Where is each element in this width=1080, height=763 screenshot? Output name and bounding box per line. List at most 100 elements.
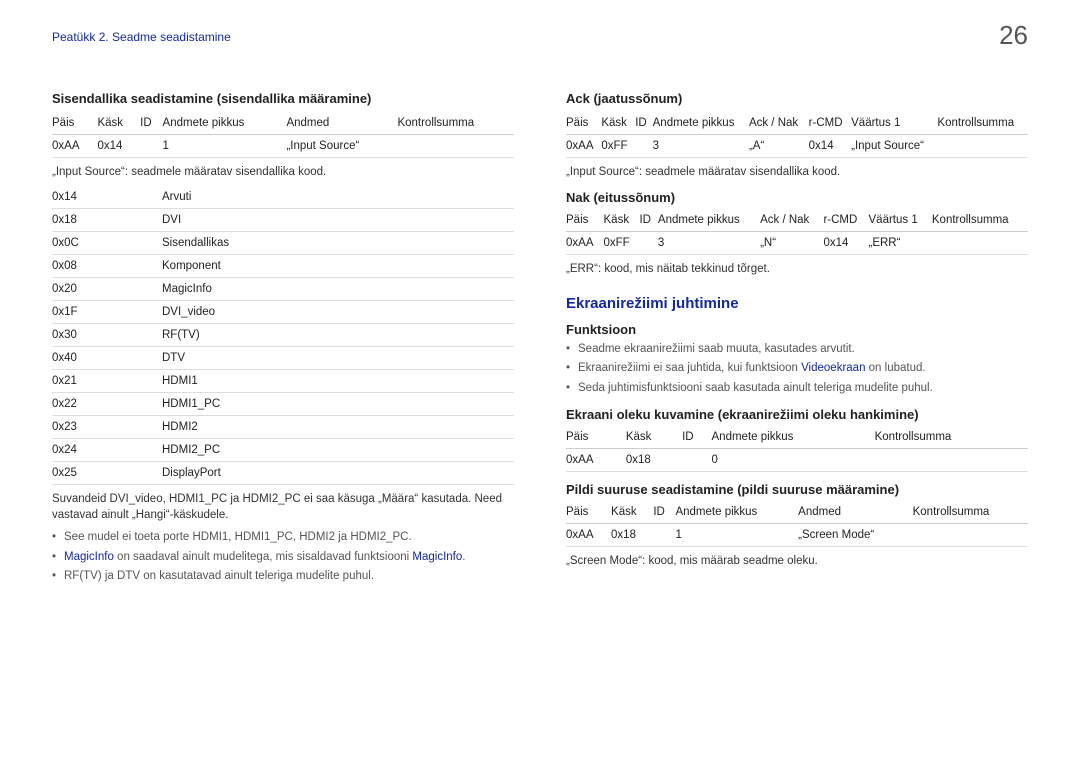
cell: 0xAA: [566, 135, 601, 158]
table-row: 0xAA 0xFF 3 „A“ 0x14 „Input Source“: [566, 135, 1028, 158]
cell: 0x30: [52, 324, 162, 347]
th-andmete-pikkus: Andmete pikkus: [163, 112, 287, 135]
source-codes-table: 0x14Arvuti 0x18DVI 0x0CSisendallikas 0x0…: [52, 186, 514, 485]
set-screen-table: Päis Käsk ID Andmete pikkus Andmed Kontr…: [566, 501, 1028, 547]
th: Päis: [566, 209, 604, 232]
th: Andmed: [798, 501, 912, 524]
page-number: 26: [999, 20, 1028, 51]
table-row: 0x24HDMI2_PC: [52, 439, 514, 462]
text: on lubatud.: [865, 362, 925, 374]
cell: Arvuti: [162, 186, 514, 209]
cell: 3: [653, 135, 749, 158]
cell: [397, 135, 514, 158]
table-row: 0x21HDMI1: [52, 370, 514, 393]
th: Kontrollsumma: [937, 112, 1028, 135]
cell: 0x14: [809, 135, 851, 158]
list-item: Seadme ekraanirežiimi saab muuta, kasuta…: [566, 341, 1028, 358]
th: ID: [639, 209, 657, 232]
cell: 0xAA: [566, 232, 604, 255]
cell: 0xAA: [566, 523, 611, 546]
cell: DVI: [162, 209, 514, 232]
dvi-note: Suvandeid DVI_video, HDMI1_PC ja HDMI2_P…: [52, 491, 514, 523]
th: Väärtus 1: [869, 209, 932, 232]
cell: 0: [712, 448, 875, 471]
input-source-note: „Input Source“: seadmele määratav sisend…: [52, 164, 514, 180]
table-row: 0x18DVI: [52, 209, 514, 232]
cell: „Input Source“: [286, 135, 397, 158]
cell: 0x1F: [52, 301, 162, 324]
th: Andmete pikkus: [653, 112, 749, 135]
cell: 0x20: [52, 278, 162, 301]
table-row: 0x25DisplayPort: [52, 462, 514, 485]
text: on saadaval ainult mudelitega, mis sisal…: [114, 551, 413, 563]
cell: 0x21: [52, 370, 162, 393]
cell: HDMI1_PC: [162, 393, 514, 416]
list-item: Ekraanirežiimi ei saa juhtida, kui funkt…: [566, 360, 1028, 377]
ack-table: Päis Käsk ID Andmete pikkus Ack / Nak r-…: [566, 112, 1028, 158]
cell: 0x40: [52, 347, 162, 370]
th: Väärtus 1: [851, 112, 937, 135]
cell: 0x18: [52, 209, 162, 232]
cell: Komponent: [162, 255, 514, 278]
cell: HDMI2: [162, 416, 514, 439]
nak-note: „ERR“: kood, mis näitab tekkinud tõrget.: [566, 261, 1028, 277]
cell: 0x22: [52, 393, 162, 416]
get-screen-title: Ekraani oleku kuvamine (ekraanirežiimi o…: [566, 407, 1028, 422]
table-row: 0xAA 0x18 0: [566, 448, 1028, 471]
cell: 0x23: [52, 416, 162, 439]
cell: 0x14: [97, 135, 140, 158]
cell: 0xFF: [601, 135, 635, 158]
th: Käsk: [604, 209, 640, 232]
th: Päis: [566, 501, 611, 524]
table-row: 0xAA 0x18 1 „Screen Mode“: [566, 523, 1028, 546]
th: Kontrollsumma: [913, 501, 1028, 524]
cell: 1: [163, 135, 287, 158]
th: Ack / Nak: [749, 112, 809, 135]
text: Ekraanirežiimi ei saa juhtida, kui funkt…: [578, 362, 801, 374]
cell: 0x08: [52, 255, 162, 278]
table-row: 0x20MagicInfo: [52, 278, 514, 301]
list-item: MagicInfo on saadaval ainult mudelitega,…: [52, 549, 514, 566]
ack-note: „Input Source“: seadmele määratav sisend…: [566, 164, 1028, 180]
th: Kontrollsumma: [932, 209, 1028, 232]
funktsioon-bullets: Seadme ekraanirežiimi saab muuta, kasuta…: [566, 341, 1028, 397]
th: r-CMD: [823, 209, 868, 232]
th-pais: Päis: [52, 112, 97, 135]
table-row: 0x1FDVI_video: [52, 301, 514, 324]
cell: [653, 523, 675, 546]
cell: [875, 448, 1028, 471]
th: Andmete pikkus: [712, 426, 875, 449]
list-item: See mudel ei toeta porte HDMI1, HDMI1_PC…: [52, 529, 514, 546]
set-screen-title: Pildi suuruse seadistamine (pildi suurus…: [566, 482, 1028, 497]
th: Ack / Nak: [760, 209, 823, 232]
cell: RF(TV): [162, 324, 514, 347]
cell: „ERR“: [869, 232, 932, 255]
nak-table: Päis Käsk ID Andmete pikkus Ack / Nak r-…: [566, 209, 1028, 255]
cell: HDMI2_PC: [162, 439, 514, 462]
videoekraan-link: Videoekraan: [801, 362, 865, 374]
cell: 0x14: [823, 232, 868, 255]
table-row: 0xAA 0x14 1 „Input Source“: [52, 135, 514, 158]
cell: „Input Source“: [851, 135, 937, 158]
cell: [913, 523, 1028, 546]
cell: [140, 135, 162, 158]
table-row: 0xAA 0xFF 3 „N“ 0x14 „ERR“: [566, 232, 1028, 255]
left-title: Sisendallika seadistamine (sisendallika …: [52, 91, 514, 106]
cell: DVI_video: [162, 301, 514, 324]
cell: HDMI1: [162, 370, 514, 393]
th-kask: Käsk: [97, 112, 140, 135]
th-andmed: Andmed: [286, 112, 397, 135]
table-row: 0x22HDMI1_PC: [52, 393, 514, 416]
table-row: 0x0CSisendallikas: [52, 232, 514, 255]
cell: [635, 135, 652, 158]
input-source-set-table: Päis Käsk ID Andmete pikkus Andmed Kontr…: [52, 112, 514, 158]
cell: 0x24: [52, 439, 162, 462]
table-row: 0x14Arvuti: [52, 186, 514, 209]
right-column: Ack (jaatussõnum) Päis Käsk ID Andmete p…: [566, 91, 1028, 589]
list-item: Seda juhtimisfunktsiooni saab kasutada a…: [566, 380, 1028, 397]
table-row: 0x40DTV: [52, 347, 514, 370]
cell: 0x0C: [52, 232, 162, 255]
cell: [639, 232, 657, 255]
left-column: Sisendallika seadistamine (sisendallika …: [52, 91, 514, 589]
cell: 1: [675, 523, 798, 546]
